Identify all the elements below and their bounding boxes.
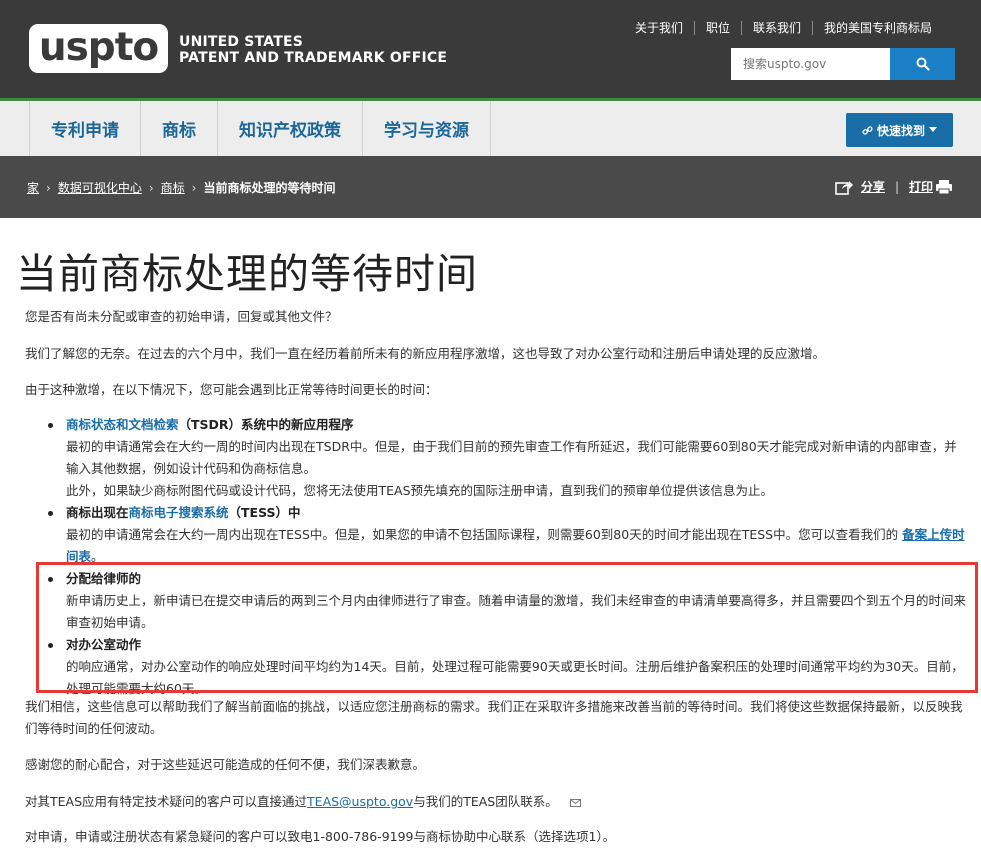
list-item: 商标状态和文档检索（TSDR）系统中的新应用程序 最初的申请通常会在大约一周的时… xyxy=(25,414,969,502)
agency-name: UNITED STATES PATENT AND TRADEMARK OFFIC… xyxy=(179,34,447,66)
share-icon[interactable] xyxy=(835,179,853,195)
tsdr-link[interactable]: 商标状态和文档检索 xyxy=(66,417,179,432)
breadcrumb: 家 › 数据可视化中心 › 商标 › 当前商标处理的等待时间 xyxy=(27,179,336,196)
page-title: 当前商标处理的等待时间 xyxy=(16,250,478,298)
print-link[interactable]: 打印 xyxy=(909,178,933,195)
agency-line1: UNITED STATES xyxy=(179,34,303,50)
tess-link[interactable]: 商标电子搜索系统 xyxy=(129,505,229,520)
site-header: uspto UNITED STATES PATENT AND TRADEMARK… xyxy=(0,0,981,98)
logo-text: uspto xyxy=(38,25,159,70)
intro-question: 您是否有尚未分配或审查的初始申请，回复或其他文件？ xyxy=(25,309,338,324)
item-title: 商标出现在商标电子搜索系统（TESS）中 xyxy=(66,502,969,524)
nav-trademarks[interactable]: 商标 xyxy=(140,101,217,156)
jobs-link[interactable]: 职位 xyxy=(693,21,741,35)
share-link[interactable]: 分享 xyxy=(861,178,885,195)
agency-line2: PATENT AND TRADEMARK OFFICE xyxy=(179,50,448,66)
bullet xyxy=(48,511,53,516)
quick-find-button[interactable]: 快速找到 xyxy=(846,113,953,147)
contact-link[interactable]: 联系我们 xyxy=(740,21,812,35)
quick-find-label: 快速找到 xyxy=(876,123,925,138)
item-title-pre: 商标出现在 xyxy=(66,505,129,520)
search-input[interactable] xyxy=(731,48,890,80)
about-link[interactable]: 关于我们 xyxy=(624,21,694,35)
teas-contact-pre: 对其TEAS应用有特定技术疑问的客户可以直接通过 xyxy=(25,794,308,809)
item-title-rest: （TSDR）系统中的新应用程序 xyxy=(178,417,354,432)
teas-email-link[interactable]: TEAS@uspto.gov xyxy=(307,794,413,809)
action-divider: | xyxy=(894,179,899,194)
link-icon xyxy=(862,125,873,135)
intro-paragraph: 我们了解您的无奈。在过去的六个月中，我们一直在经历着前所未有的新应用程序激增，这… xyxy=(25,346,826,361)
breadcrumb-separator: › xyxy=(46,180,51,195)
teas-contact-paragraph: 对其TEAS应用有特定技术疑问的客户可以直接通过TEAS@uspto.gov与我… xyxy=(25,791,969,813)
intro-lead: 由于这种激增，在以下情况下，您可能会遇到比正常等待时间更长的时间： xyxy=(25,382,438,397)
breadcrumb-trademarks[interactable]: 商标 xyxy=(161,179,185,196)
search-bar xyxy=(731,48,955,80)
main-nav: 专利申请 商标 知识产权政策 学习与资源 快速找到 xyxy=(0,98,981,156)
highlight-box xyxy=(36,562,978,693)
breadcrumb-separator: › xyxy=(191,180,197,195)
bullet xyxy=(48,423,53,428)
nav-learning[interactable]: 学习与资源 xyxy=(362,101,491,156)
printer-icon[interactable] xyxy=(935,179,953,195)
list-item: 商标出现在商标电子搜索系统（TESS）中 最初的申请通常会在大约一周内出现在TE… xyxy=(25,502,969,568)
item-title: 商标状态和文档检索（TSDR）系统中的新应用程序 xyxy=(66,414,969,436)
item-title-rest: （TESS）中 xyxy=(228,505,301,520)
my-uspto-link[interactable]: 我的美国专利商标局 xyxy=(811,21,943,35)
breadcrumb-home[interactable]: 家 xyxy=(27,179,39,196)
breadcrumb-current: 当前商标处理的等待时间 xyxy=(203,181,336,195)
uspto-logo[interactable]: uspto xyxy=(29,24,168,73)
page-actions: 分享 | 打印 xyxy=(835,178,953,195)
breadcrumb-bar: 家 › 数据可视化中心 › 商标 › 当前商标处理的等待时间 分享 | 打印 xyxy=(0,156,981,218)
email-icon xyxy=(569,798,581,807)
apology-paragraph: 感谢您的耐心配合，对于这些延迟可能造成的任何不便，我们深表歉意。 xyxy=(25,757,426,772)
outro-paragraph: 我们相信，这些信息可以帮助我们了解当前面临的挑战，以适应您注册商标的需求。我们正… xyxy=(25,699,963,736)
teas-contact-post: 与我们的TEAS团队联系。 xyxy=(413,794,558,809)
breadcrumb-separator: › xyxy=(148,180,154,195)
phone-contact-paragraph: 对申请，申请或注册状态有紧急疑问的客户可以致电1-800-786-9199与商标… xyxy=(25,829,616,844)
item-description: 最初的申请通常会在大约一周的时间内出现在TSDR中。但是，由于我们目前的预先审查… xyxy=(66,439,957,476)
utility-links: 关于我们 职位 联系我们 我的美国专利商标局 xyxy=(624,18,943,38)
breadcrumb-data-viz[interactable]: 数据可视化中心 xyxy=(58,179,142,196)
item-description-text: 最初的申请通常会在大约一周内出现在TESS中。但是，如果您的申请不包括国际课程，… xyxy=(66,527,899,542)
item-description: 此外，如果缺少商标附图代码或设计代码，您将无法使用TEAS预先填充的国际注册申请… xyxy=(66,483,774,498)
nav-ip-policy[interactable]: 知识产权政策 xyxy=(217,101,362,156)
search-button[interactable] xyxy=(890,48,955,80)
search-icon xyxy=(916,57,930,71)
nav-patents[interactable]: 专利申请 xyxy=(29,101,140,156)
caret-down-icon xyxy=(929,127,937,132)
